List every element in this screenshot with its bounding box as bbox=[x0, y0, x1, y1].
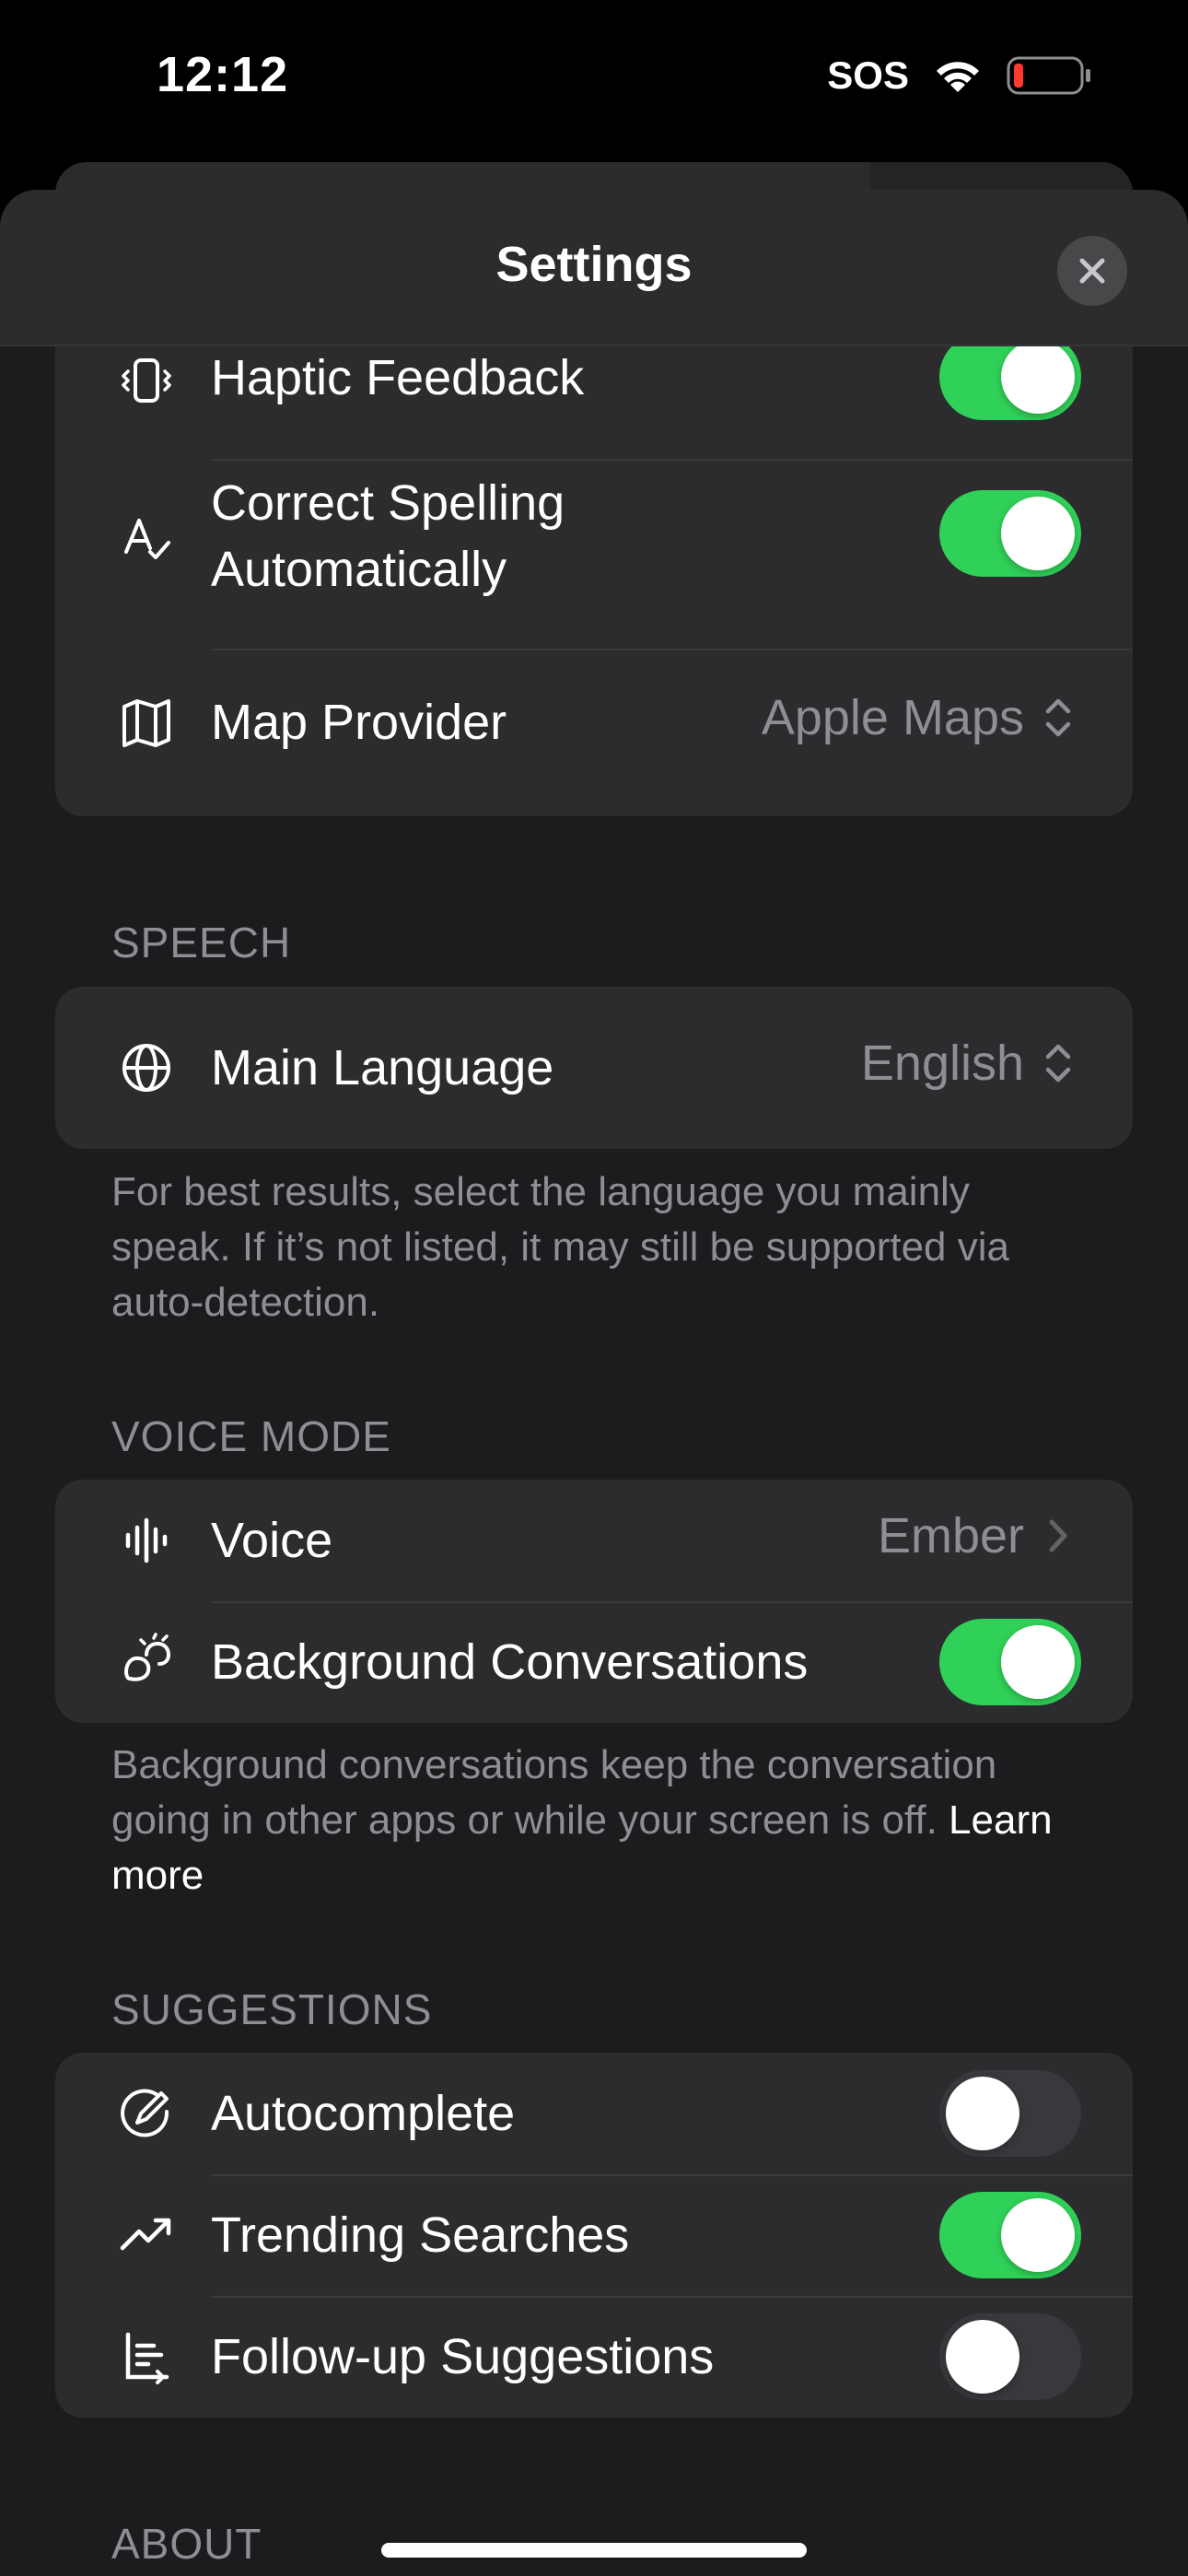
status-indicators: SOS bbox=[827, 53, 1091, 98]
status-time: 12:12 bbox=[157, 47, 289, 102]
follow-up-row: Follow-up Suggestions bbox=[55, 2296, 1133, 2418]
globe-icon bbox=[112, 1034, 181, 1102]
follow-up-label: Follow-up Suggestions bbox=[211, 2329, 715, 2384]
voice-mode-footnote-text: Background conversations keep the conver… bbox=[111, 1742, 997, 1843]
chat-bubbles-icon bbox=[112, 1628, 181, 1696]
autocomplete-toggle[interactable] bbox=[939, 2070, 1081, 2157]
background-conversations-row: Background Conversations bbox=[55, 1601, 1133, 1723]
voice-mode-footnote: Background conversations keep the conver… bbox=[111, 1738, 1088, 1903]
voice-selected: Ember bbox=[877, 1508, 1024, 1563]
background-conversations-toggle[interactable] bbox=[939, 1619, 1081, 1705]
speech-header: SPEECH bbox=[111, 919, 292, 966]
map-provider-value[interactable]: Apple Maps bbox=[762, 689, 1076, 746]
chevron-up-down-icon bbox=[1045, 1044, 1071, 1083]
voice-mode-header: VOICE MODE bbox=[111, 1412, 391, 1460]
chevron-right-icon bbox=[1049, 1519, 1067, 1552]
trending-icon bbox=[112, 2201, 181, 2269]
haptic-feedback-label: Haptic Feedback bbox=[211, 350, 585, 405]
map-provider-selected: Apple Maps bbox=[761, 690, 1024, 745]
voice-value[interactable]: Ember bbox=[878, 1507, 1076, 1564]
speech-footnote: For best results, select the language yo… bbox=[111, 1169, 1009, 1325]
waveform-icon bbox=[112, 1506, 181, 1575]
page-title: Settings bbox=[495, 237, 693, 292]
sos-indicator: SOS bbox=[827, 53, 909, 97]
haptic-icon bbox=[112, 346, 181, 415]
suggestions-header: SUGGESTIONS bbox=[111, 1985, 433, 2033]
autocomplete-label: Autocomplete bbox=[211, 2086, 516, 2141]
main-language-selected: English bbox=[860, 1036, 1024, 1091]
wifi-icon bbox=[937, 62, 979, 92]
close-button[interactable] bbox=[1057, 236, 1127, 306]
correct-spelling-toggle[interactable] bbox=[939, 490, 1081, 577]
chevron-up-down-icon bbox=[1045, 698, 1071, 737]
home-indicator bbox=[381, 2543, 807, 2558]
autocomplete-icon bbox=[112, 2079, 181, 2148]
map-icon bbox=[112, 689, 181, 757]
voice-mode-card: Voice Ember Background Conversations bbox=[55, 1480, 1133, 1723]
trending-searches-toggle[interactable] bbox=[939, 2192, 1081, 2278]
main-language-value[interactable]: English bbox=[861, 1035, 1076, 1092]
suggestions-card: Autocomplete Trending Searches Follow-up… bbox=[55, 2053, 1133, 2418]
follow-up-icon bbox=[112, 2323, 181, 2391]
main-language-row[interactable]: Main Language English bbox=[55, 987, 1133, 1149]
correct-spelling-label: Correct Spelling Automatically bbox=[211, 475, 565, 597]
status-bar: 12:12 SOS bbox=[0, 0, 1188, 166]
autocomplete-row: Autocomplete bbox=[55, 2053, 1133, 2174]
map-provider-label: Map Provider bbox=[211, 695, 507, 750]
speech-card: Main Language English bbox=[55, 987, 1133, 1149]
nav-bar: Settings bbox=[0, 190, 1188, 346]
spelling-icon bbox=[112, 503, 181, 571]
about-header: ABOUT bbox=[111, 2520, 262, 2568]
main-language-label: Main Language bbox=[211, 1040, 554, 1095]
background-conversations-label: Background Conversations bbox=[211, 1634, 809, 1690]
close-icon bbox=[1079, 258, 1105, 284]
settings-sheet: Settings Haptic Feedback Correct Spellin… bbox=[0, 190, 1188, 2576]
trending-searches-label: Trending Searches bbox=[211, 2207, 630, 2263]
voice-label: Voice bbox=[211, 1513, 333, 1568]
trending-searches-row: Trending Searches bbox=[55, 2174, 1133, 2296]
follow-up-toggle[interactable] bbox=[939, 2313, 1081, 2400]
haptic-feedback-toggle[interactable] bbox=[939, 334, 1081, 420]
battery-icon bbox=[1007, 56, 1090, 95]
voice-row[interactable]: Voice Ember bbox=[55, 1480, 1133, 1601]
